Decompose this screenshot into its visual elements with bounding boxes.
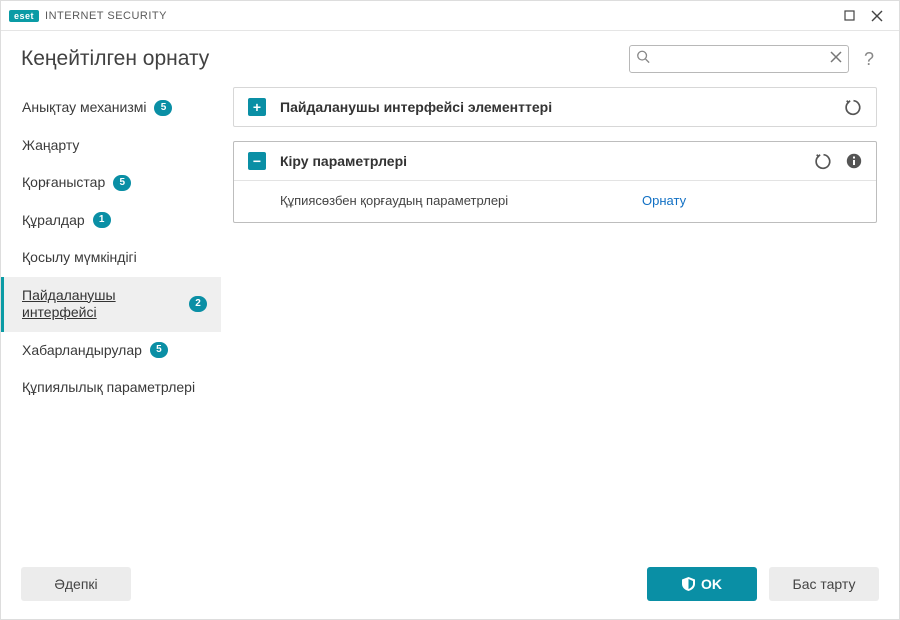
reset-icon[interactable]	[815, 153, 832, 170]
panel-ui-elements: + Пайдаланушы интерфейсі элементтері	[233, 87, 877, 127]
sidebar-item-7[interactable]: Құпиялылық параметрлері	[1, 369, 221, 407]
sidebar-badge: 1	[93, 212, 111, 228]
sidebar-item-0[interactable]: Анықтау механизмі 5	[1, 89, 221, 127]
brand-logo: eset	[9, 10, 39, 22]
setting-label: Құпиясөзбен қорғаудың параметрлері	[280, 193, 642, 208]
content-area: + Пайдаланушы интерфейсі элементтері −Кіру…	[221, 83, 899, 553]
title-bar: eset INTERNET SECURITY	[1, 1, 899, 31]
search-clear-icon[interactable]	[830, 50, 842, 68]
sidebar-item-5[interactable]: Пайдаланушы интерфейсі 2	[1, 277, 221, 332]
expand-icon[interactable]: +	[248, 98, 266, 116]
sidebar-item-1[interactable]: Жаңарту	[1, 127, 221, 165]
panel-header[interactable]: + Пайдаланушы интерфейсі элементтері	[234, 88, 876, 126]
sidebar-item-label: Құралдар	[22, 212, 85, 230]
panel-title: Пайдаланушы интерфейсі элементтері	[280, 99, 845, 115]
setting-action-link[interactable]: Орнату	[642, 193, 862, 208]
search-icon	[636, 50, 650, 69]
panel-access-params: −Кіру параметрлеріҚұпиясөзбен қорғаудың …	[233, 141, 877, 223]
cancel-button[interactable]: Бас тарту	[769, 567, 879, 601]
window-maximize-button[interactable]	[835, 2, 863, 30]
brand-text: INTERNET SECURITY	[45, 10, 167, 22]
window-close-button[interactable]	[863, 2, 891, 30]
default-button[interactable]: Әдепкі	[21, 567, 131, 601]
panel-title: Кіру параметрлері	[280, 153, 815, 169]
sidebar-badge: 5	[150, 342, 168, 358]
collapse-icon[interactable]: −	[248, 152, 266, 170]
shield-icon	[682, 577, 695, 591]
sidebar-item-label: Анықтау механизмі	[22, 99, 146, 117]
help-icon[interactable]: ?	[859, 49, 879, 70]
sidebar-item-6[interactable]: Хабарландырулар 5	[1, 332, 221, 370]
reset-icon[interactable]	[845, 99, 862, 116]
sidebar-badge: 2	[189, 296, 207, 312]
ok-button[interactable]: OK	[647, 567, 757, 601]
panel-header[interactable]: −Кіру параметрлері	[234, 142, 876, 180]
sidebar-item-label: Жаңарту	[22, 137, 79, 155]
sidebar-item-2[interactable]: Қорғаныстар 5	[1, 164, 221, 202]
sidebar-item-label: Қосылу мүмкіндігі	[22, 249, 137, 267]
sidebar-badge: 5	[154, 100, 172, 116]
info-icon[interactable]	[846, 153, 862, 169]
sidebar: Анықтау механизмі 5 Жаңарту Қорғаныстар 5 Құр…	[1, 83, 221, 553]
sidebar-item-4[interactable]: Қосылу мүмкіндігі	[1, 239, 221, 277]
page-title: Кеңейтілген орнату	[21, 47, 629, 71]
ok-button-label: OK	[701, 576, 722, 592]
sidebar-item-label: Қорғаныстар	[22, 174, 105, 192]
setting-row: Құпиясөзбен қорғаудың параметрлеріОрнату	[234, 180, 876, 222]
sidebar-item-label: Пайдаланушы интерфейсі	[22, 287, 181, 322]
sidebar-badge: 5	[113, 175, 131, 191]
sidebar-item-label: Құпиялылық параметрлері	[22, 379, 195, 397]
sidebar-item-label: Хабарландырулар	[22, 342, 142, 360]
search-input[interactable]	[629, 45, 849, 73]
sidebar-item-3[interactable]: Құралдар 1	[1, 202, 221, 240]
